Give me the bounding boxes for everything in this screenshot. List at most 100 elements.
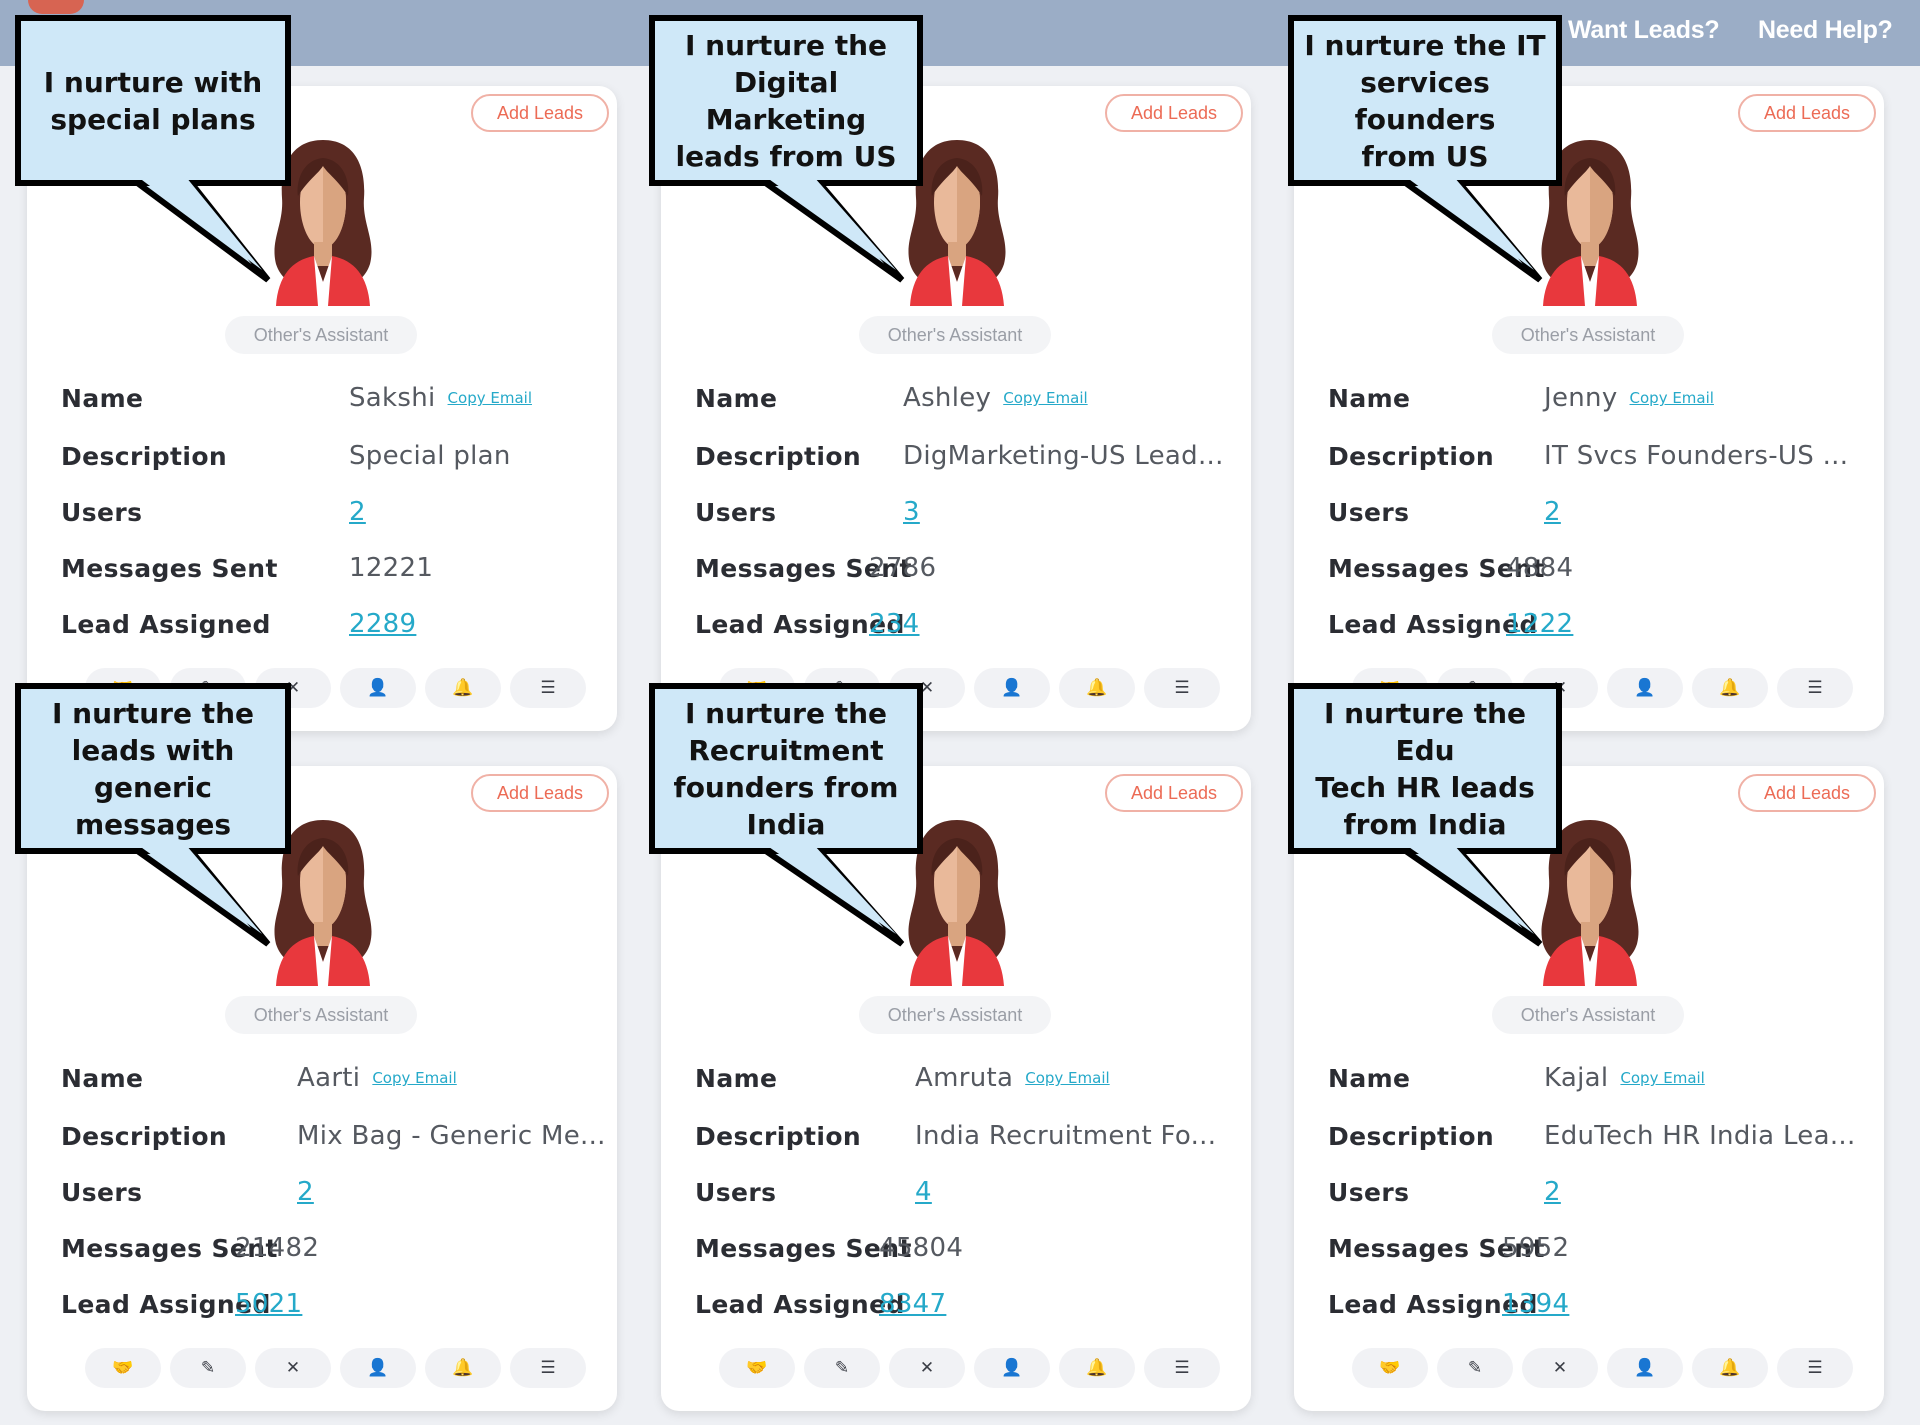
description-label: Description (695, 1121, 862, 1151)
top-nav-bar: Want Leads? Need Help? (0, 0, 1920, 66)
assistant-name: Aarti (297, 1063, 361, 1093)
bell-button[interactable]: 🔔 (1059, 668, 1135, 708)
description-value: Mix Bag - Generic Me... (297, 1121, 606, 1151)
callout-text: I nurture with special plans (43, 65, 263, 136)
copy-email-link[interactable]: Copy Email (448, 389, 532, 407)
sliders-button[interactable]: ☰ (1777, 668, 1853, 708)
copy-email-link[interactable]: Copy Email (372, 1069, 456, 1087)
messages-sent-value: 5952 (1502, 1233, 1570, 1263)
user-check-button[interactable]: 👤 (340, 1348, 416, 1388)
assistant-avatar-icon (274, 140, 372, 306)
description-row: Description Special plan (61, 436, 601, 476)
edit-button[interactable]: ✎ (1437, 1348, 1513, 1388)
description-value: EduTech HR India Lea... (1544, 1121, 1856, 1151)
close-button[interactable]: ✕ (889, 1348, 965, 1388)
bell-button[interactable]: 🔔 (1059, 1348, 1135, 1388)
assistant-card: Add Leads Other's Assistant Name Aarti C… (27, 766, 617, 1411)
handshake-button[interactable]: 🤝 (719, 1348, 795, 1388)
bell-icon: 🔔 (1719, 1358, 1741, 1378)
user-check-icon: 👤 (367, 678, 389, 698)
users-label: Users (61, 497, 143, 527)
lead-assigned-label: Lead Assigned (61, 609, 271, 639)
user-check-button[interactable]: 👤 (974, 1348, 1050, 1388)
user-check-button[interactable]: 👤 (1607, 1348, 1683, 1388)
add-leads-button[interactable]: Add Leads (471, 94, 609, 132)
users-label: Users (1328, 497, 1410, 527)
users-count-link[interactable]: 3 (903, 492, 920, 532)
sliders-button[interactable]: ☰ (510, 1348, 586, 1388)
add-leads-button[interactable]: Add Leads (1105, 94, 1243, 132)
callout-text: I nurture the leads with generic message… (51, 696, 254, 841)
add-leads-button[interactable]: Add Leads (1105, 774, 1243, 812)
messages-sent-row: Messages Sent 21482 (61, 1228, 601, 1268)
bell-button[interactable]: 🔔 (1692, 668, 1768, 708)
bell-button[interactable]: 🔔 (425, 668, 501, 708)
users-count-link[interactable]: 2 (297, 1172, 314, 1212)
copy-email-link[interactable]: Copy Email (1620, 1069, 1704, 1087)
assistant-avatar-icon (274, 820, 372, 986)
users-count-link[interactable]: 2 (349, 492, 366, 532)
user-check-button[interactable]: 👤 (340, 668, 416, 708)
copy-email-link[interactable]: Copy Email (1630, 389, 1714, 407)
assistant-card: Add Leads Other's Assistant Name Jenny C… (1294, 86, 1884, 731)
users-label: Users (61, 1177, 143, 1207)
avatar (262, 136, 384, 306)
user-check-icon: 👤 (1634, 1358, 1656, 1378)
callout-text: I nurture the Recruitment founders from … (673, 696, 899, 841)
user-check-button[interactable]: 👤 (1607, 668, 1683, 708)
want-leads-link[interactable]: Want Leads? (1568, 16, 1720, 45)
role-badge: Other's Assistant (225, 316, 417, 354)
role-badge: Other's Assistant (225, 996, 417, 1034)
user-check-button[interactable]: 👤 (974, 668, 1050, 708)
copy-email-link[interactable]: Copy Email (1003, 389, 1087, 407)
close-icon: ✕ (285, 678, 301, 698)
close-button[interactable]: ✕ (1522, 1348, 1598, 1388)
messages-sent-value: 12221 (349, 553, 434, 583)
sliders-button[interactable]: ☰ (1144, 668, 1220, 708)
handshake-icon: 🤝 (1379, 1358, 1401, 1378)
sliders-icon: ☰ (540, 678, 556, 698)
assistant-name: Sakshi (349, 383, 436, 413)
sliders-icon: ☰ (1174, 1358, 1190, 1378)
sliders-button[interactable]: ☰ (1144, 1348, 1220, 1388)
add-leads-button[interactable]: Add Leads (471, 774, 609, 812)
lead-assigned-link[interactable]: 5021 (235, 1284, 302, 1324)
copy-email-link[interactable]: Copy Email (1025, 1069, 1109, 1087)
sliders-icon: ☰ (1807, 678, 1823, 698)
edit-button[interactable]: ✎ (170, 1348, 246, 1388)
sliders-icon: ☰ (540, 1358, 556, 1378)
users-count-link[interactable]: 4 (915, 1172, 932, 1212)
sliders-button[interactable]: ☰ (1777, 1348, 1853, 1388)
add-leads-button[interactable]: Add Leads (1738, 94, 1876, 132)
edit-button[interactable]: ✎ (804, 1348, 880, 1388)
close-icon: ✕ (1552, 678, 1568, 698)
card-actions: 🤝 ✎ ✕ 👤 🔔 ☰ (1352, 1348, 1853, 1388)
close-button[interactable]: ✕ (255, 1348, 331, 1388)
name-value-group: Amruta Copy Email (915, 1058, 1110, 1098)
add-leads-button[interactable]: Add Leads (1738, 774, 1876, 812)
bell-button[interactable]: 🔔 (1692, 1348, 1768, 1388)
card-actions: 🤝 ✎ ✕ 👤 🔔 ☰ (85, 1348, 586, 1388)
need-help-link[interactable]: Need Help? (1758, 16, 1893, 45)
lead-assigned-link[interactable]: 8347 (879, 1284, 946, 1324)
description-label: Description (695, 441, 862, 471)
handshake-button[interactable]: 🤝 (1352, 1348, 1428, 1388)
bell-button[interactable]: 🔔 (425, 1348, 501, 1388)
role-badge: Other's Assistant (1492, 996, 1684, 1034)
bell-icon: 🔔 (1086, 1358, 1108, 1378)
users-count-link[interactable]: 2 (1544, 492, 1561, 532)
lead-assigned-link[interactable]: 1394 (1502, 1284, 1569, 1324)
lead-assigned-link[interactable]: 1222 (1506, 604, 1573, 644)
edit-icon: ✎ (1467, 1358, 1483, 1378)
users-count-link[interactable]: 2 (1544, 1172, 1561, 1212)
name-value-group: Ashley Copy Email (903, 378, 1088, 418)
description-row: Description Mix Bag - Generic Me... (61, 1116, 605, 1156)
brand-logo[interactable] (28, 0, 84, 14)
lead-assigned-link[interactable]: 234 (869, 604, 920, 644)
lead-assigned-link[interactable]: 2289 (349, 604, 416, 644)
messages-sent-row: Messages Sent 12221 (61, 548, 601, 588)
handshake-button[interactable]: 🤝 (85, 1348, 161, 1388)
users-row: Users 4 (695, 1172, 1235, 1212)
sliders-button[interactable]: ☰ (510, 668, 586, 708)
card-actions: 🤝 ✎ ✕ 👤 🔔 ☰ (719, 1348, 1220, 1388)
